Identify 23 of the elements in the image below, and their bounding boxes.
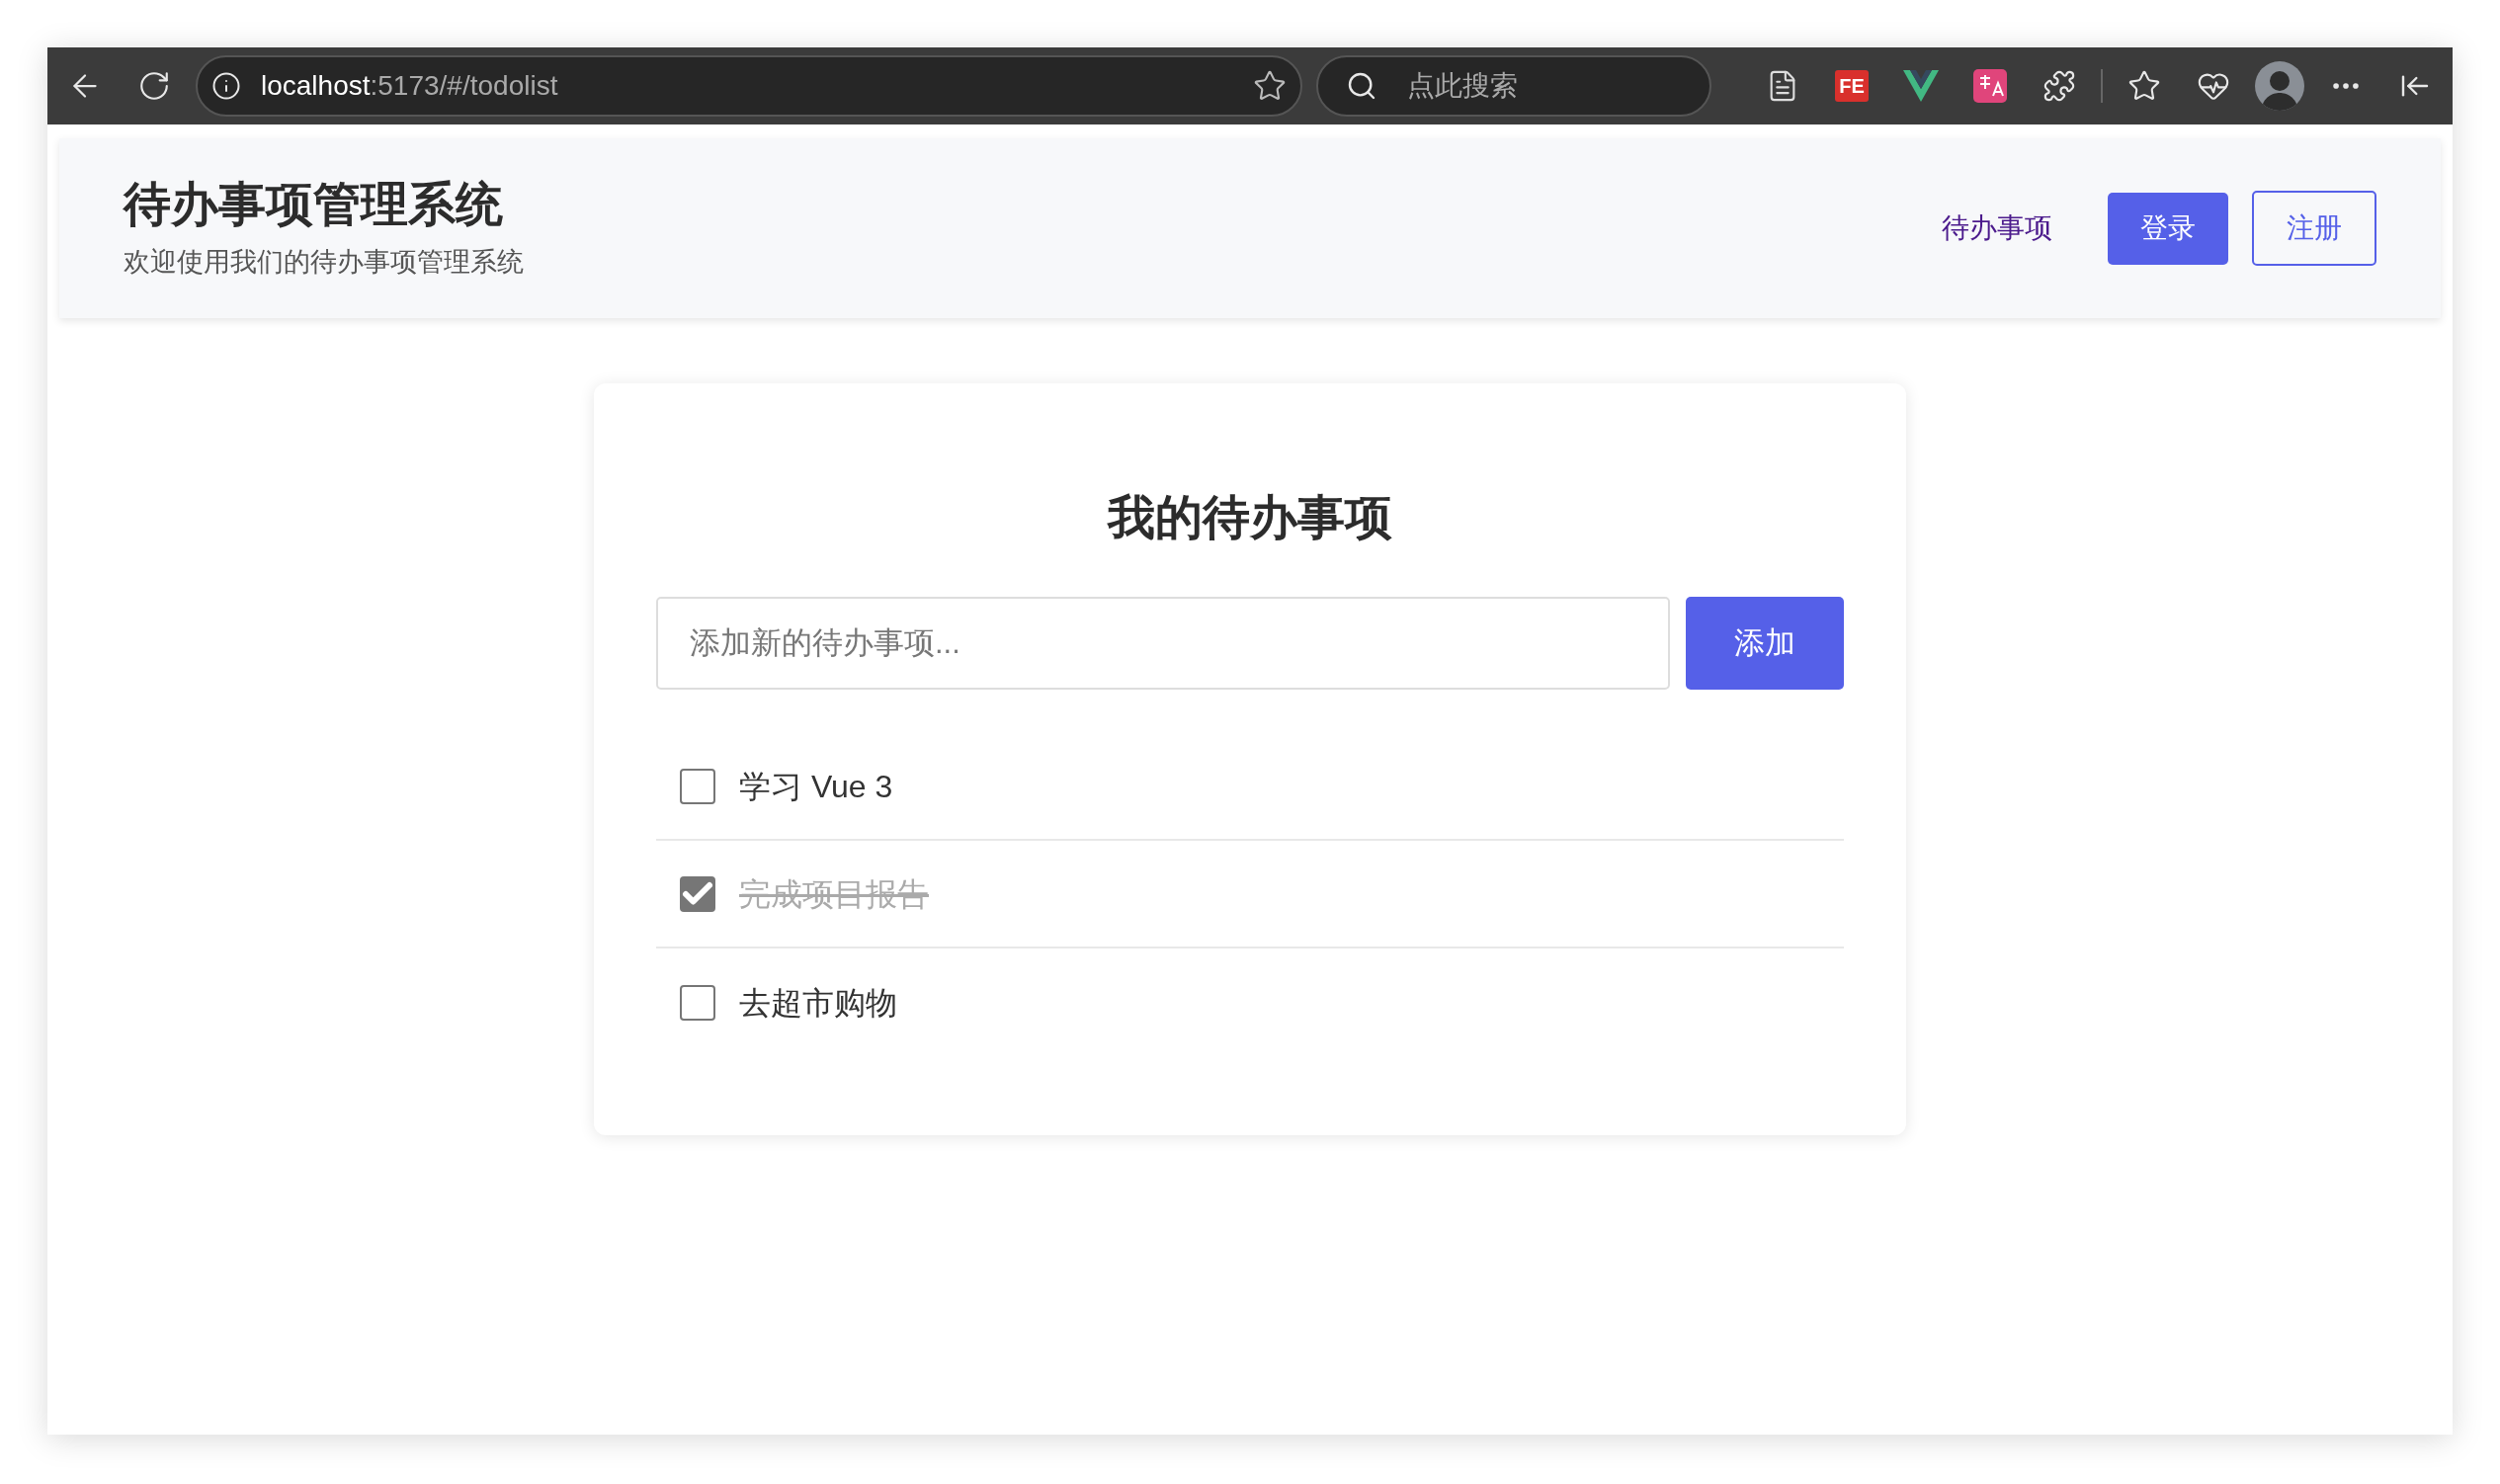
- search-icon: [1346, 70, 1377, 102]
- login-button[interactable]: 登录: [2108, 192, 2228, 265]
- todo-checkbox[interactable]: [680, 875, 715, 912]
- app-title: 待办事项管理系统: [124, 176, 504, 232]
- register-button[interactable]: 注册: [2252, 191, 2376, 266]
- todo-checkbox[interactable]: [680, 984, 715, 1021]
- app-subtitle: 欢迎使用我们的待办事项管理系统: [124, 245, 524, 279]
- add-button[interactable]: 添加: [1686, 597, 1844, 690]
- todo-input[interactable]: 添加新的待办事项...: [656, 597, 1670, 690]
- todo-text: 完成项目报告: [739, 874, 929, 914]
- todo-title: 我的待办事项: [1106, 490, 1393, 545]
- todo-text: 学习 Vue 3: [739, 767, 893, 806]
- search-box[interactable]: 点此搜索: [1316, 55, 1711, 117]
- todo-text: 去超市购物: [739, 983, 897, 1023]
- url-text: localhost:5173/#/todolist: [261, 69, 558, 103]
- favorite-star-icon[interactable]: [1253, 69, 1287, 103]
- profile-avatar[interactable]: [2255, 61, 2304, 111]
- search-placeholder: 点此搜索: [1407, 69, 1518, 103]
- extension-logo[interactable]: FE: [1835, 70, 1869, 102]
- todo-checkbox[interactable]: [680, 768, 715, 804]
- info-icon: [211, 71, 241, 101]
- address-bar[interactable]: localhost:5173/#/todolist: [196, 55, 1302, 117]
- nav-link[interactable]: 待办事项: [1942, 207, 2052, 249]
